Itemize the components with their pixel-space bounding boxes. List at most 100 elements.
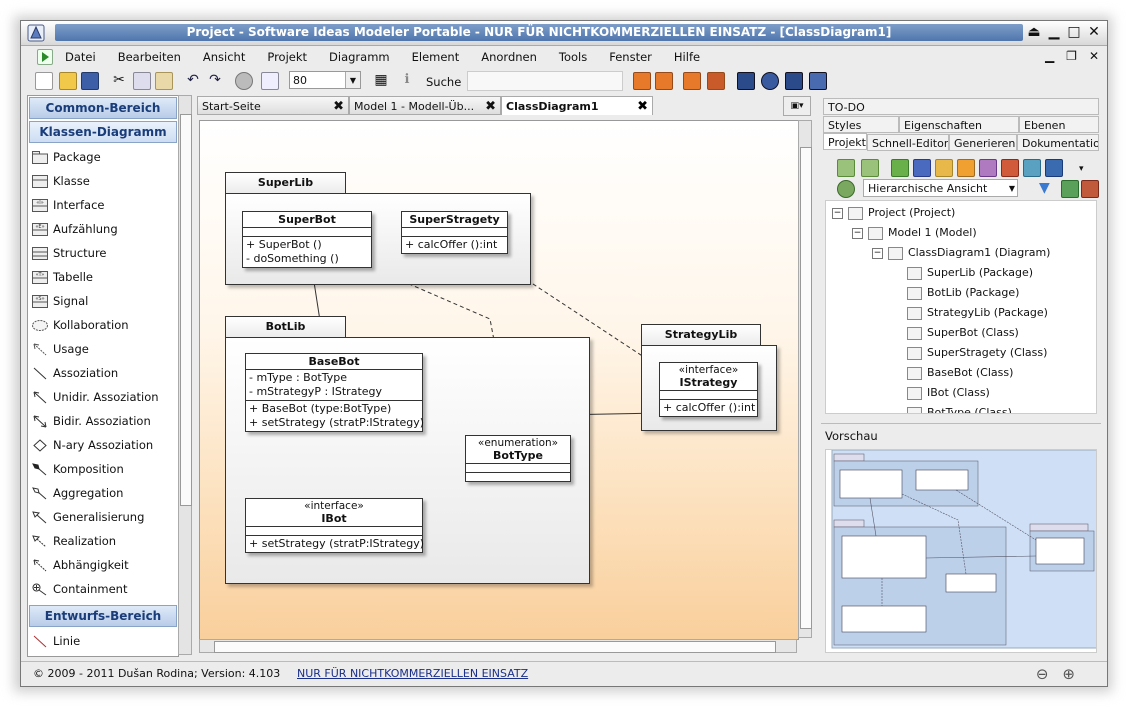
paste-icon[interactable] xyxy=(155,72,173,90)
class-istrategy[interactable]: «interface» IStrategy + calcOffer ():int xyxy=(659,362,758,417)
layer-icon[interactable] xyxy=(785,72,803,90)
palette-item-komposition[interactable]: Komposition xyxy=(28,457,178,481)
palette-scrollbar[interactable] xyxy=(178,95,192,655)
collapse-all-icon[interactable] xyxy=(1081,180,1099,198)
arrange-icon[interactable] xyxy=(809,72,827,90)
grid-icon[interactable]: ▦ xyxy=(373,72,389,88)
eject-icon[interactable]: ⏏ xyxy=(1027,24,1041,41)
menu-element[interactable]: Element xyxy=(412,50,460,64)
package-superlib-tab[interactable]: SuperLib xyxy=(225,172,346,194)
preview-panel[interactable] xyxy=(825,449,1097,653)
mdi-minimize-button[interactable]: ▁ xyxy=(1045,49,1054,63)
palette-header-design[interactable]: Entwurfs-Bereich xyxy=(29,605,177,627)
new-diagram-icon[interactable] xyxy=(891,159,909,177)
tree-node[interactable]: − Model 1 (Model) xyxy=(852,223,977,243)
palette-item-package[interactable]: Package xyxy=(28,145,178,169)
close-icon[interactable]: ✖ xyxy=(485,97,496,116)
settings-gear-icon[interactable] xyxy=(761,72,779,90)
component-diagram-icon[interactable] xyxy=(1023,159,1041,177)
undo-icon[interactable]: ↶ xyxy=(185,72,201,88)
search-input[interactable] xyxy=(467,71,623,91)
palette-item-signal[interactable]: «S» Signal xyxy=(28,289,178,313)
palette-item-containment[interactable]: Containment xyxy=(28,577,178,601)
class-bottype[interactable]: «enumeration» BotType xyxy=(465,435,571,482)
menu-datei[interactable]: Datei xyxy=(65,50,96,64)
palette-item-interface[interactable]: «I» Interface xyxy=(28,193,178,217)
tree-node[interactable]: BaseBot (Class) xyxy=(892,363,1013,383)
refresh-icon[interactable] xyxy=(837,180,855,198)
usecase-diagram-icon[interactable] xyxy=(935,159,953,177)
save-icon[interactable] xyxy=(81,72,99,90)
tree-node[interactable]: SuperStragety (Class) xyxy=(892,343,1047,363)
tree-expander-icon[interactable]: − xyxy=(872,247,883,259)
chevron-down-icon[interactable]: ▾ xyxy=(1079,161,1095,177)
license-link[interactable]: NUR FÜR NICHTKOMMERZIELLEN EINSATZ xyxy=(297,667,528,680)
maximize-button[interactable]: □ xyxy=(1067,24,1081,41)
tree-expander-icon[interactable]: − xyxy=(852,227,863,239)
tab-ebenen[interactable]: Ebenen xyxy=(1019,116,1099,133)
palette-item-kollaboration[interactable]: Kollaboration xyxy=(28,313,178,337)
zoom-in-icon[interactable]: ⊕ xyxy=(1062,665,1075,683)
tree-node[interactable]: SuperBot (Class) xyxy=(892,323,1019,343)
print-preview-icon[interactable] xyxy=(261,72,279,90)
class-basebot[interactable]: BaseBot - mType : BotType - mStrategyP :… xyxy=(245,353,424,432)
palette-item-realization[interactable]: Realization xyxy=(28,529,178,553)
mdi-close-button[interactable]: ✕ xyxy=(1089,49,1099,63)
tab-schnell-editor[interactable]: Schnell-Editor xyxy=(867,134,949,151)
close-icon[interactable]: ✖ xyxy=(637,97,648,116)
align-top-icon[interactable] xyxy=(683,72,701,90)
sequence-diagram-icon[interactable] xyxy=(1001,159,1019,177)
tab-model-uebersicht[interactable]: Model 1 - Modell-Üb... ✖ xyxy=(349,96,501,115)
add-package-icon[interactable] xyxy=(861,159,879,177)
state-diagram-icon[interactable] xyxy=(979,159,997,177)
menu-ansicht[interactable]: Ansicht xyxy=(203,50,245,64)
class-superbot[interactable]: SuperBot + SuperBot () - doSomething () xyxy=(242,211,372,268)
palette-item-klasse[interactable]: Klasse xyxy=(28,169,178,193)
tree-node[interactable]: − Project (Project) xyxy=(832,203,955,223)
palette-item-structure[interactable]: Structure xyxy=(28,241,178,265)
close-icon[interactable]: ✖ xyxy=(333,97,344,116)
tab-dokumentation[interactable]: Dokumentatio xyxy=(1017,134,1099,151)
add-model-icon[interactable] xyxy=(837,159,855,177)
run-icon[interactable] xyxy=(37,49,53,65)
class-superstragety[interactable]: SuperStragety + calcOffer ():int xyxy=(401,211,508,254)
scrollbar-thumb[interactable] xyxy=(180,114,192,506)
tab-classdiagram1[interactable]: ClassDiagram1 ✖ xyxy=(501,96,653,115)
tab-todo[interactable]: TO-DO xyxy=(823,98,1099,115)
open-folder-icon[interactable] xyxy=(59,72,77,90)
align-left-icon[interactable] xyxy=(633,72,651,90)
tab-start-seite[interactable]: Start-Seite ✖ xyxy=(197,96,349,115)
palette-item-aufzaehlung[interactable]: «E» Aufzählung xyxy=(28,217,178,241)
tree-node[interactable]: BotType (Class) xyxy=(892,403,1012,413)
zoom-combo[interactable]: 80 ▼ xyxy=(289,71,361,89)
layout-grid-icon[interactable] xyxy=(737,72,755,90)
palette-item-linie[interactable]: Linie xyxy=(28,629,178,653)
menu-tools[interactable]: Tools xyxy=(559,50,587,64)
print-icon[interactable] xyxy=(235,72,253,90)
filter-icon[interactable]: ▼ xyxy=(1039,180,1055,196)
package-botlib-tab[interactable]: BotLib xyxy=(225,316,346,338)
palette-item-nary-assoziation[interactable]: N-ary Assoziation xyxy=(28,433,178,457)
minimize-button[interactable]: ▁ xyxy=(1047,24,1061,41)
copy-icon[interactable] xyxy=(133,72,151,90)
class-diagram-icon[interactable] xyxy=(913,159,931,177)
palette-item-usage[interactable]: Usage xyxy=(28,337,178,361)
palette-item-bidir-assoziation[interactable]: Bidir. Assoziation xyxy=(28,409,178,433)
palette-item-generalisierung[interactable]: Generalisierung xyxy=(28,505,178,529)
diagram-canvas[interactable]: SuperLib BotLib StrategyLib SuperBot + S… xyxy=(199,120,799,640)
palette-item-aggregation[interactable]: Aggregation xyxy=(28,481,178,505)
package-strategylib-tab[interactable]: StrategyLib xyxy=(641,324,761,346)
palette-header-class-diagram[interactable]: Klassen-Diagramm xyxy=(29,121,177,143)
tree-node[interactable]: StrategyLib (Package) xyxy=(892,303,1048,323)
tree-node[interactable]: BotLib (Package) xyxy=(892,283,1019,303)
view-mode-select[interactable]: Hierarchische Ansicht ▼ xyxy=(863,179,1018,197)
zoom-out-icon[interactable]: ⊖ xyxy=(1036,665,1049,683)
menu-anordnen[interactable]: Anordnen xyxy=(481,50,537,64)
tab-projekt[interactable]: Projekt xyxy=(823,133,867,150)
tab-generieren[interactable]: Generieren xyxy=(949,134,1017,151)
align-bottom-icon[interactable] xyxy=(707,72,725,90)
close-button[interactable]: ✕ xyxy=(1087,24,1101,41)
new-file-icon[interactable] xyxy=(35,72,53,90)
scrollbar-thumb[interactable] xyxy=(214,641,776,653)
tab-eigenschaften[interactable]: Eigenschaften xyxy=(899,116,1019,133)
